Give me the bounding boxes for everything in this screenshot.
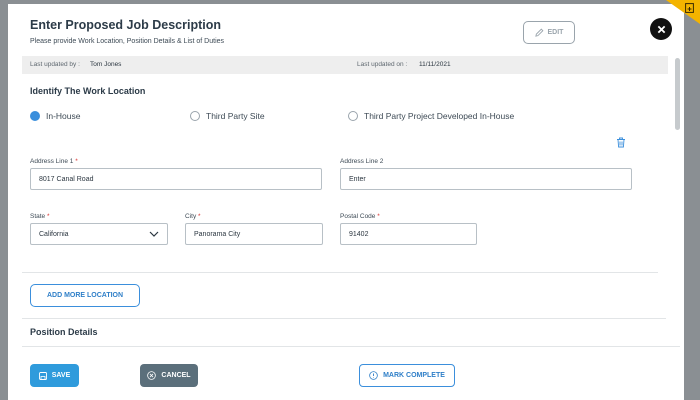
radio-in-house[interactable]: In-House — [30, 111, 81, 121]
scrollbar[interactable] — [675, 58, 680, 130]
radio-third-party-project[interactable]: Third Party Project Developed In-House — [348, 111, 514, 121]
radio-in-house-label: In-House — [46, 111, 81, 121]
updated-by-label: Last updated by : — [30, 61, 80, 68]
radio-third-party-site-dot[interactable] — [190, 111, 200, 121]
note-icon[interactable] — [685, 3, 694, 13]
chevron-down-icon — [149, 231, 159, 237]
radio-in-house-dot[interactable] — [30, 111, 40, 121]
radio-third-party-project-dot[interactable] — [348, 111, 358, 121]
radio-third-party-project-label: Third Party Project Developed In-House — [364, 111, 515, 121]
updated-on-value: 11/11/2021 — [419, 61, 451, 68]
add-more-location-button[interactable]: ADD MORE LOCATION — [30, 284, 140, 307]
modal-title: Enter Proposed Job Description — [30, 18, 222, 32]
save-button-label: SAVE — [51, 372, 71, 379]
close-icon — [657, 25, 665, 33]
modal-subtitle: Please provide Work Location, Position D… — [30, 38, 225, 45]
address1-input[interactable]: 8017 Canal Road — [30, 168, 322, 190]
close-button[interactable] — [650, 18, 672, 40]
cancel-icon — [147, 371, 157, 380]
section-divider — [22, 318, 666, 319]
last-updated-bar: Last updated by : Tom Jones Last updated… — [22, 56, 668, 74]
address2-label: Address Line 2 — [340, 158, 384, 165]
trash-icon[interactable] — [616, 137, 626, 148]
work-location-heading: Identify The Work Location — [30, 86, 146, 96]
cancel-button[interactable]: CANCEL — [140, 364, 198, 387]
save-button[interactable]: SAVE — [30, 364, 79, 387]
pencil-icon — [534, 28, 543, 37]
section-divider — [22, 272, 658, 273]
footer-divider — [22, 346, 680, 347]
postal-code-label: Postal Code * — [340, 213, 380, 220]
address2-input[interactable]: Enter — [340, 168, 632, 190]
state-label: State * — [30, 213, 50, 220]
position-details-heading: Position Details — [30, 327, 98, 337]
city-input[interactable]: Panorama City — [185, 223, 323, 245]
updated-on-label: Last updated on : — [357, 61, 408, 68]
postal-code-input[interactable]: 91402 — [340, 223, 477, 245]
check-circle-icon — [369, 371, 378, 380]
edit-button-label: EDIT — [547, 29, 564, 36]
radio-third-party-site[interactable]: Third Party Site — [190, 111, 265, 121]
city-label: City * — [185, 213, 201, 220]
address1-label: Address Line 1 * — [30, 158, 78, 165]
radio-third-party-site-label: Third Party Site — [206, 111, 265, 121]
updated-by-value: Tom Jones — [90, 61, 122, 68]
state-select[interactable]: California — [30, 223, 168, 245]
mark-complete-button-label: MARK COMPLETE — [383, 372, 445, 379]
edit-button[interactable]: EDIT — [523, 21, 575, 44]
save-icon — [38, 371, 47, 380]
job-description-modal: Enter Proposed Job Description Please pr… — [8, 4, 684, 400]
cancel-button-label: CANCEL — [161, 372, 191, 379]
mark-complete-button[interactable]: MARK COMPLETE — [359, 364, 455, 387]
